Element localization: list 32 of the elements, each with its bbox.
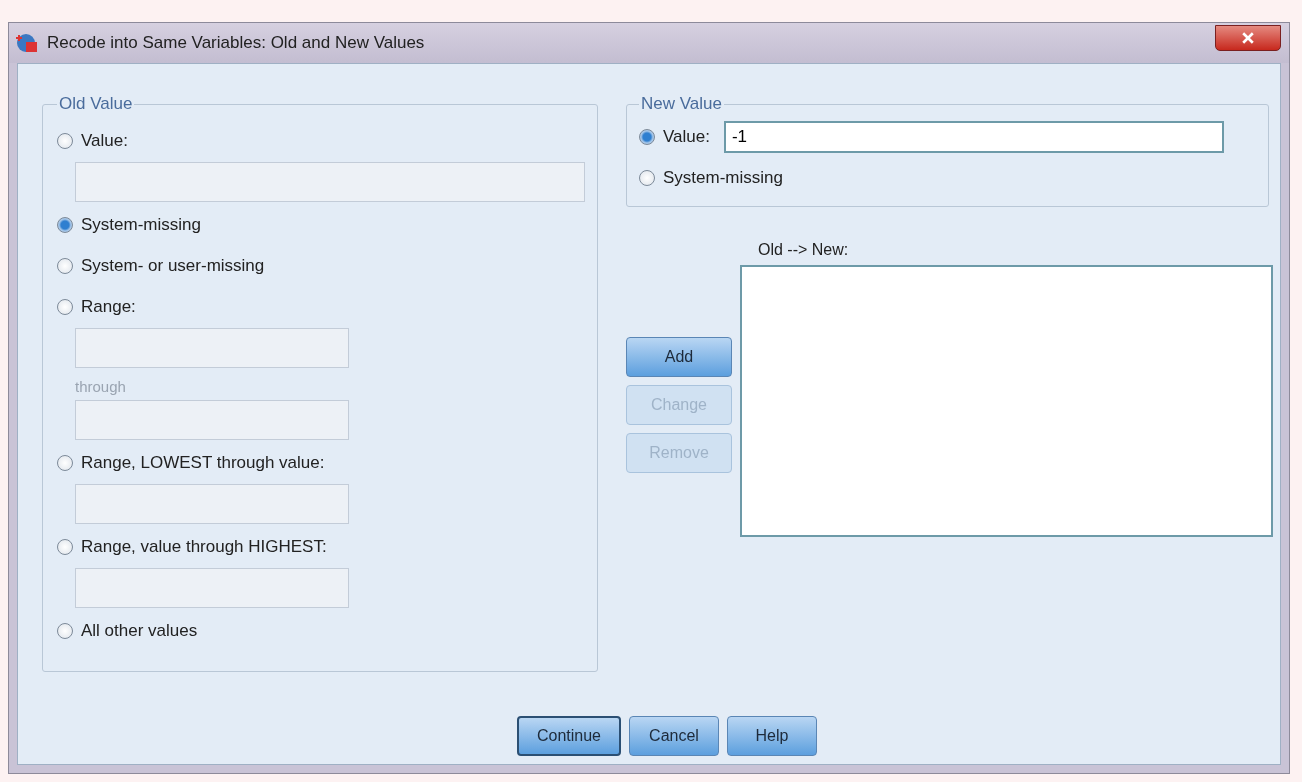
close-button[interactable] (1215, 25, 1281, 51)
radio-button[interactable] (57, 454, 73, 471)
radio-button[interactable] (57, 257, 73, 274)
value-field[interactable]: -1 (723, 120, 1224, 153)
dialog-button[interactable]: Help (727, 716, 817, 756)
option-label: Range, LOWEST through value: (81, 452, 325, 473)
app-icon (15, 31, 39, 55)
radio-button[interactable] (639, 128, 655, 145)
option-label: Range, value through HIGHEST: (81, 536, 327, 557)
radio-button[interactable] (639, 169, 655, 186)
option-label: System-missing (81, 214, 201, 235)
radio-button[interactable] (57, 298, 73, 315)
option-label: Value: (663, 126, 710, 147)
option-label: Value: (81, 130, 128, 151)
close-icon (1242, 32, 1254, 44)
option-label: System- or user-missing (81, 255, 265, 276)
option-label: System-missing (663, 167, 783, 188)
window-title: Recode into Same Variables: Old and New Values (47, 33, 425, 53)
radio-button[interactable] (57, 132, 73, 149)
radio-button[interactable] (57, 622, 73, 639)
group-title: Old Value (58, 94, 134, 114)
action-button[interactable]: Add (626, 337, 732, 377)
dialog-button[interactable]: Continue (516, 716, 621, 756)
option-label: All other values (81, 620, 198, 641)
list-label: Old --> New: (758, 241, 850, 259)
radio-button[interactable] (57, 216, 73, 233)
radio-button[interactable] (57, 538, 73, 555)
group-title: New Value (640, 94, 723, 114)
field-label: through (75, 378, 126, 395)
mapping-list[interactable] (740, 265, 1273, 537)
dialog-button[interactable]: Cancel (629, 716, 719, 756)
option-label: Range: (81, 296, 136, 317)
